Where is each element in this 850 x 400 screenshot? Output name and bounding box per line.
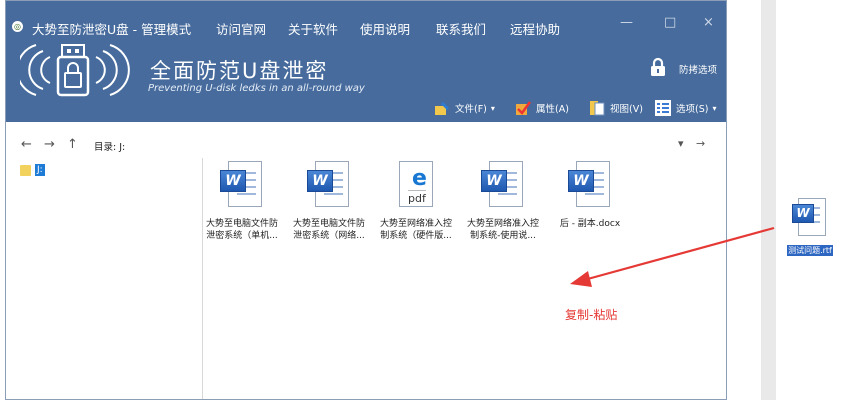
- file-item[interactable]: W 后 - 副本.docx: [546, 161, 634, 230]
- maximize-button[interactable]: □: [664, 15, 676, 30]
- folder-icon: [20, 164, 31, 176]
- app-window: ◎ 大势至防泄密U盘 - 管理模式 访问官网 关于软件 使用说明 联系我们 远程…: [5, 0, 727, 400]
- word-doc-icon: W: [220, 161, 264, 209]
- copy-paste-annotation: 复制-粘贴: [565, 308, 618, 322]
- options-menu-label: 选项(S): [676, 104, 709, 115]
- forward-arrow-icon[interactable]: →: [44, 137, 55, 152]
- word-doc-icon: W: [568, 161, 612, 209]
- view-menu-button[interactable]: 视图(V): [589, 98, 643, 118]
- view-icon: [590, 101, 605, 116]
- file-item[interactable]: W 大势至电脑文件防 泄密系统（单机...: [198, 161, 286, 242]
- anti-copy-options-label[interactable]: 防拷选项: [679, 62, 717, 76]
- brand-title: 全面防范U盘泄密: [150, 59, 329, 83]
- file-item[interactable]: W 大势至网络准入控 制系统-使用说...: [459, 161, 547, 242]
- properties-label: 属性(A): [536, 104, 569, 115]
- close-button[interactable]: ×: [703, 15, 714, 30]
- lock-icon[interactable]: [650, 57, 666, 77]
- file-name: 大势至网络准入控 制系统-使用说...: [466, 219, 539, 241]
- file-name: 大势至网络准入控 制系统（硬件版...: [379, 219, 452, 241]
- options-menu-button[interactable]: 选项(S) ▾: [655, 98, 716, 118]
- tree-item-drive-j[interactable]: J:: [20, 164, 45, 176]
- file-name: 大势至电脑文件防 泄密系统（单机...: [205, 219, 278, 241]
- menu-about[interactable]: 关于软件: [288, 19, 338, 38]
- path-dropdown-icon[interactable]: ▾: [678, 137, 684, 150]
- app-title: 大势至防泄密U盘 - 管理模式: [32, 22, 192, 37]
- brand-subtitle: Preventing U-disk ledks in an all-round …: [148, 83, 365, 94]
- usb-logo-icon: [20, 44, 130, 97]
- folder-tree-pane: [6, 158, 203, 399]
- file-item[interactable]: e pdf 大势至网络准入控 制系统（硬件版...: [372, 161, 460, 242]
- file-item[interactable]: W 大势至电脑文件防 泄密系统（网络...: [285, 161, 373, 242]
- menu-instructions[interactable]: 使用说明: [360, 19, 410, 38]
- desktop-file-item[interactable]: W 测试问题.rtf: [780, 198, 840, 257]
- menu-remote-assist[interactable]: 远程协助: [510, 19, 560, 38]
- checkmark-icon: [516, 101, 531, 115]
- file-menu-label: 文件(F): [455, 104, 487, 115]
- minimize-button[interactable]: —: [620, 15, 633, 30]
- properties-button[interactable]: 属性(A): [515, 98, 569, 118]
- options-list-icon: [655, 100, 671, 116]
- desktop-file-name: 测试问题.rtf: [787, 245, 833, 256]
- pdf-doc-icon: e pdf: [394, 161, 438, 209]
- tree-item-label: J:: [35, 164, 45, 176]
- directory-path[interactable]: 目录: J:: [94, 139, 125, 153]
- folder-add-icon: [435, 102, 449, 115]
- word-doc-icon: W: [481, 161, 525, 209]
- view-menu-label: 视图(V): [610, 104, 643, 115]
- file-menu-button[interactable]: 文件(F) ▾: [434, 98, 495, 118]
- word-doc-icon: W: [307, 161, 351, 209]
- file-name: 大势至电脑文件防 泄密系统（网络...: [292, 219, 365, 241]
- file-name: 后 - 副本.docx: [559, 219, 621, 229]
- window-edge-strip: [761, 0, 776, 400]
- back-arrow-icon[interactable]: ←: [21, 137, 32, 152]
- menu-official-site[interactable]: 访问官网: [216, 19, 266, 38]
- up-arrow-icon[interactable]: ↑: [67, 137, 78, 152]
- go-arrow-icon[interactable]: →: [696, 137, 705, 150]
- word-doc-icon: W: [792, 198, 828, 238]
- menu-contact[interactable]: 联系我们: [436, 19, 486, 38]
- app-icon: ◎: [12, 21, 23, 32]
